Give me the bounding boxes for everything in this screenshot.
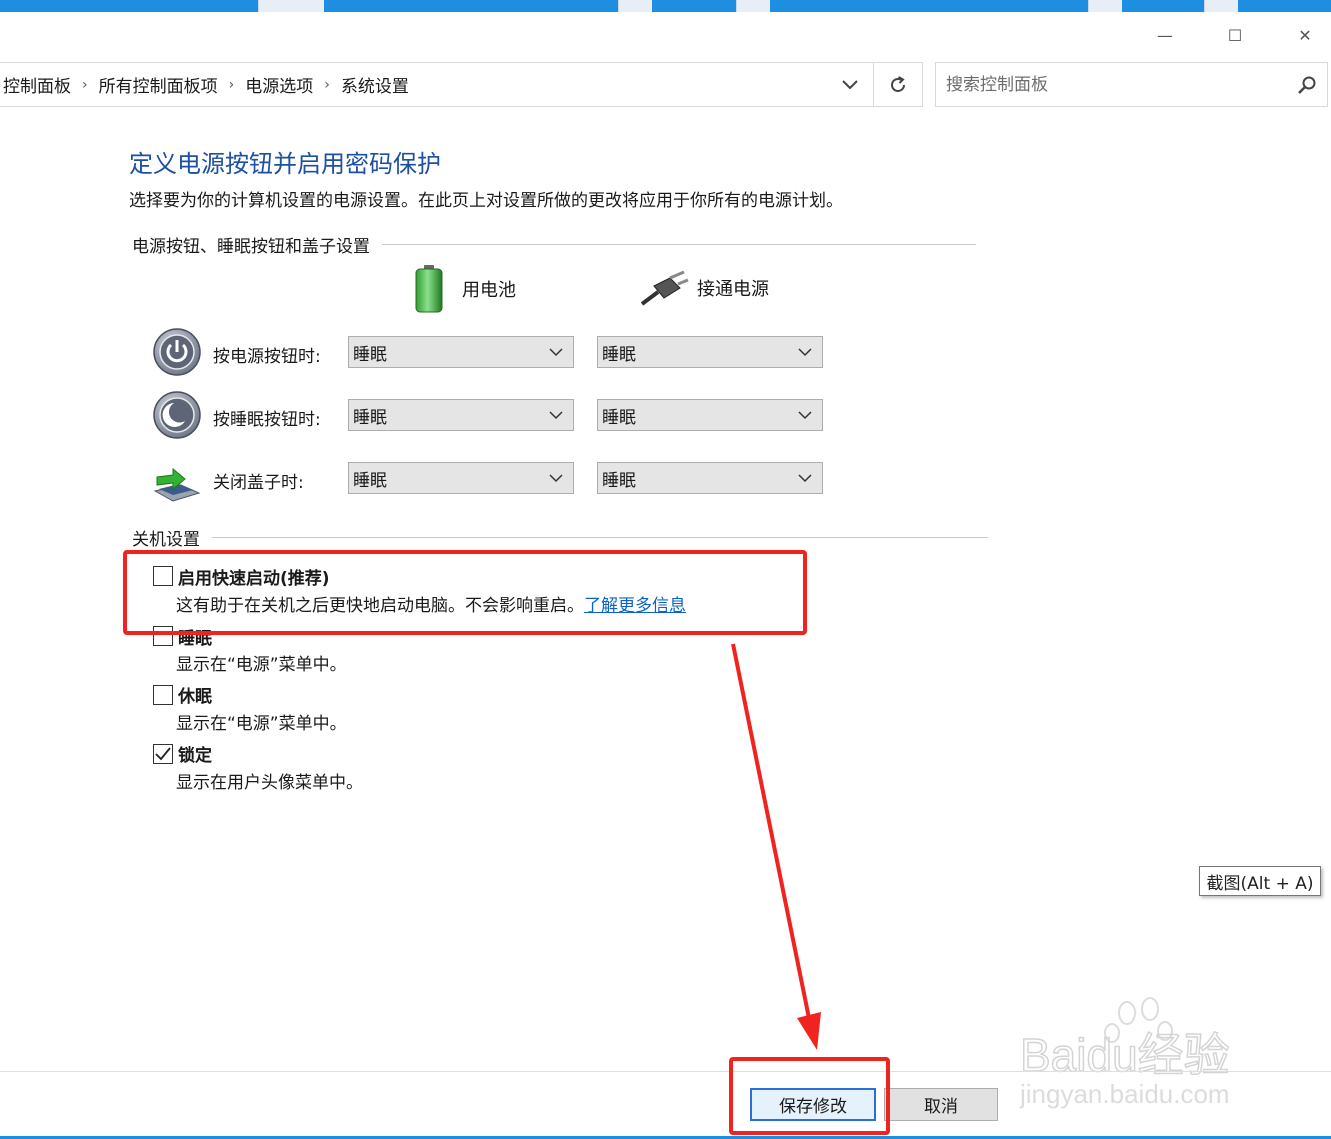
section-heading-label: 电源按钮、睡眠按钮和盖子设置 xyxy=(132,237,370,257)
section-divider xyxy=(212,537,988,538)
breadcrumb-item-power-options[interactable]: 电源选项 xyxy=(245,72,313,97)
minimize-icon: — xyxy=(1157,25,1173,45)
column-header-plugged-in: 接通电源 xyxy=(640,270,769,306)
battery-icon xyxy=(415,265,443,313)
cancel-button[interactable]: 取消 xyxy=(884,1088,998,1121)
page-description: 选择要为你的计算机设置的电源设置。在此页上对设置所做的更改将应用于你所有的电源计… xyxy=(129,191,843,211)
breadcrumb-item-all-items[interactable]: 所有控制面板项 xyxy=(99,72,218,97)
column-header-battery: 用电池 xyxy=(414,264,516,314)
row-label-sleep-button: 按睡眠按钮时: xyxy=(213,410,321,430)
taskbar-tab[interactable] xyxy=(1204,0,1238,12)
select-value: 睡眠 xyxy=(602,407,636,428)
taskbar-tab[interactable] xyxy=(1088,0,1122,12)
annotation-highlight-save-button xyxy=(729,1057,890,1135)
breadcrumb: 控制面板 › 所有控制面板项 › 电源选项 › 系统设置 xyxy=(0,63,409,106)
search-icon[interactable] xyxy=(1297,75,1317,95)
section-heading-label: 关机设置 xyxy=(132,530,200,550)
address-bar[interactable]: 控制面板 › 所有控制面板项 › 电源选项 › 系统设置 xyxy=(0,62,923,107)
close-icon: ✕ xyxy=(1298,25,1312,45)
column-header-plugged-in-label: 接通电源 xyxy=(697,279,769,300)
select-value: 睡眠 xyxy=(353,344,387,365)
address-history-dropdown[interactable] xyxy=(828,63,872,106)
maximize-icon: ☐ xyxy=(1227,25,1243,45)
power-button-icon xyxy=(153,328,201,376)
close-button[interactable]: ✕ xyxy=(1285,22,1325,48)
hibernate-checkbox[interactable] xyxy=(153,685,173,705)
chevron-down-icon xyxy=(798,474,812,483)
refresh-button[interactable] xyxy=(873,63,922,106)
breadcrumb-separator[interactable]: › xyxy=(82,77,88,93)
top-window-strip xyxy=(0,0,1331,12)
laptop-lid-icon xyxy=(153,467,201,502)
breadcrumb-separator[interactable]: › xyxy=(324,77,330,93)
lock-checkbox[interactable] xyxy=(153,744,173,764)
select-value: 睡眠 xyxy=(353,470,387,491)
lid-close-battery-select[interactable]: 睡眠 xyxy=(348,462,574,494)
search-box[interactable] xyxy=(935,62,1328,107)
lid-close-plugged-select[interactable]: 睡眠 xyxy=(597,462,823,494)
baidu-jingyan-watermark: Baidu经验 jingyan.baidu.com xyxy=(1019,997,1230,1109)
watermark-brand: Baidu经验 xyxy=(1020,1029,1230,1081)
sleep-description: 显示在“电源”菜单中。 xyxy=(176,655,347,675)
lock-description: 显示在用户头像菜单中。 xyxy=(176,773,363,793)
chevron-down-icon xyxy=(549,348,563,357)
breadcrumb-item-system-settings[interactable]: 系统设置 xyxy=(341,72,409,97)
breadcrumb-item-control-panel[interactable]: 控制面板 xyxy=(3,72,71,97)
breadcrumb-separator[interactable]: › xyxy=(229,77,235,93)
section-divider xyxy=(382,244,976,245)
page-title: 定义电源按钮并启用密码保护 xyxy=(129,150,441,178)
chevron-down-icon xyxy=(549,474,563,483)
section-heading-power-buttons: 电源按钮、睡眠按钮和盖子设置 xyxy=(132,232,976,257)
checkmark-icon xyxy=(155,747,171,761)
chevron-down-icon xyxy=(798,348,812,357)
annotation-highlight-fast-startup xyxy=(123,550,807,635)
power-button-plugged-select[interactable]: 睡眠 xyxy=(597,336,823,368)
hibernate-description: 显示在“电源”菜单中。 xyxy=(176,714,347,734)
annotation-arrow xyxy=(731,643,821,1050)
taskbar-tab[interactable] xyxy=(258,0,324,12)
footer-divider xyxy=(0,1071,1331,1072)
sleep-button-plugged-select[interactable]: 睡眠 xyxy=(597,399,823,431)
sleep-button-icon xyxy=(153,391,201,439)
row-label-lid-close: 关闭盖子时: xyxy=(213,473,304,493)
power-plug-icon xyxy=(640,270,689,306)
select-value: 睡眠 xyxy=(353,407,387,428)
power-button-battery-select[interactable]: 睡眠 xyxy=(348,336,574,368)
select-value: 睡眠 xyxy=(602,344,636,365)
chevron-down-icon xyxy=(549,411,563,420)
row-label-power-button: 按电源按钮时: xyxy=(213,347,321,367)
lock-label[interactable]: 锁定 xyxy=(178,741,212,766)
screenshot-shortcut-tooltip: 截图(Alt + A) xyxy=(1199,866,1321,896)
chevron-down-icon xyxy=(842,79,858,89)
select-value: 睡眠 xyxy=(602,470,636,491)
search-input[interactable] xyxy=(946,74,1276,95)
sleep-button-battery-select[interactable]: 睡眠 xyxy=(348,399,574,431)
hibernate-label[interactable]: 休眠 xyxy=(178,682,212,707)
maximize-button[interactable]: ☐ xyxy=(1215,22,1255,48)
chevron-down-icon xyxy=(798,411,812,420)
section-heading-shutdown: 关机设置 xyxy=(132,525,988,550)
column-header-battery-label: 用电池 xyxy=(462,280,516,301)
taskbar-tab[interactable] xyxy=(736,0,770,12)
taskbar-tab[interactable] xyxy=(618,0,652,12)
refresh-icon xyxy=(891,75,905,92)
watermark-url: jingyan.baidu.com xyxy=(1019,1079,1230,1109)
minimize-button[interactable]: — xyxy=(1145,22,1185,48)
